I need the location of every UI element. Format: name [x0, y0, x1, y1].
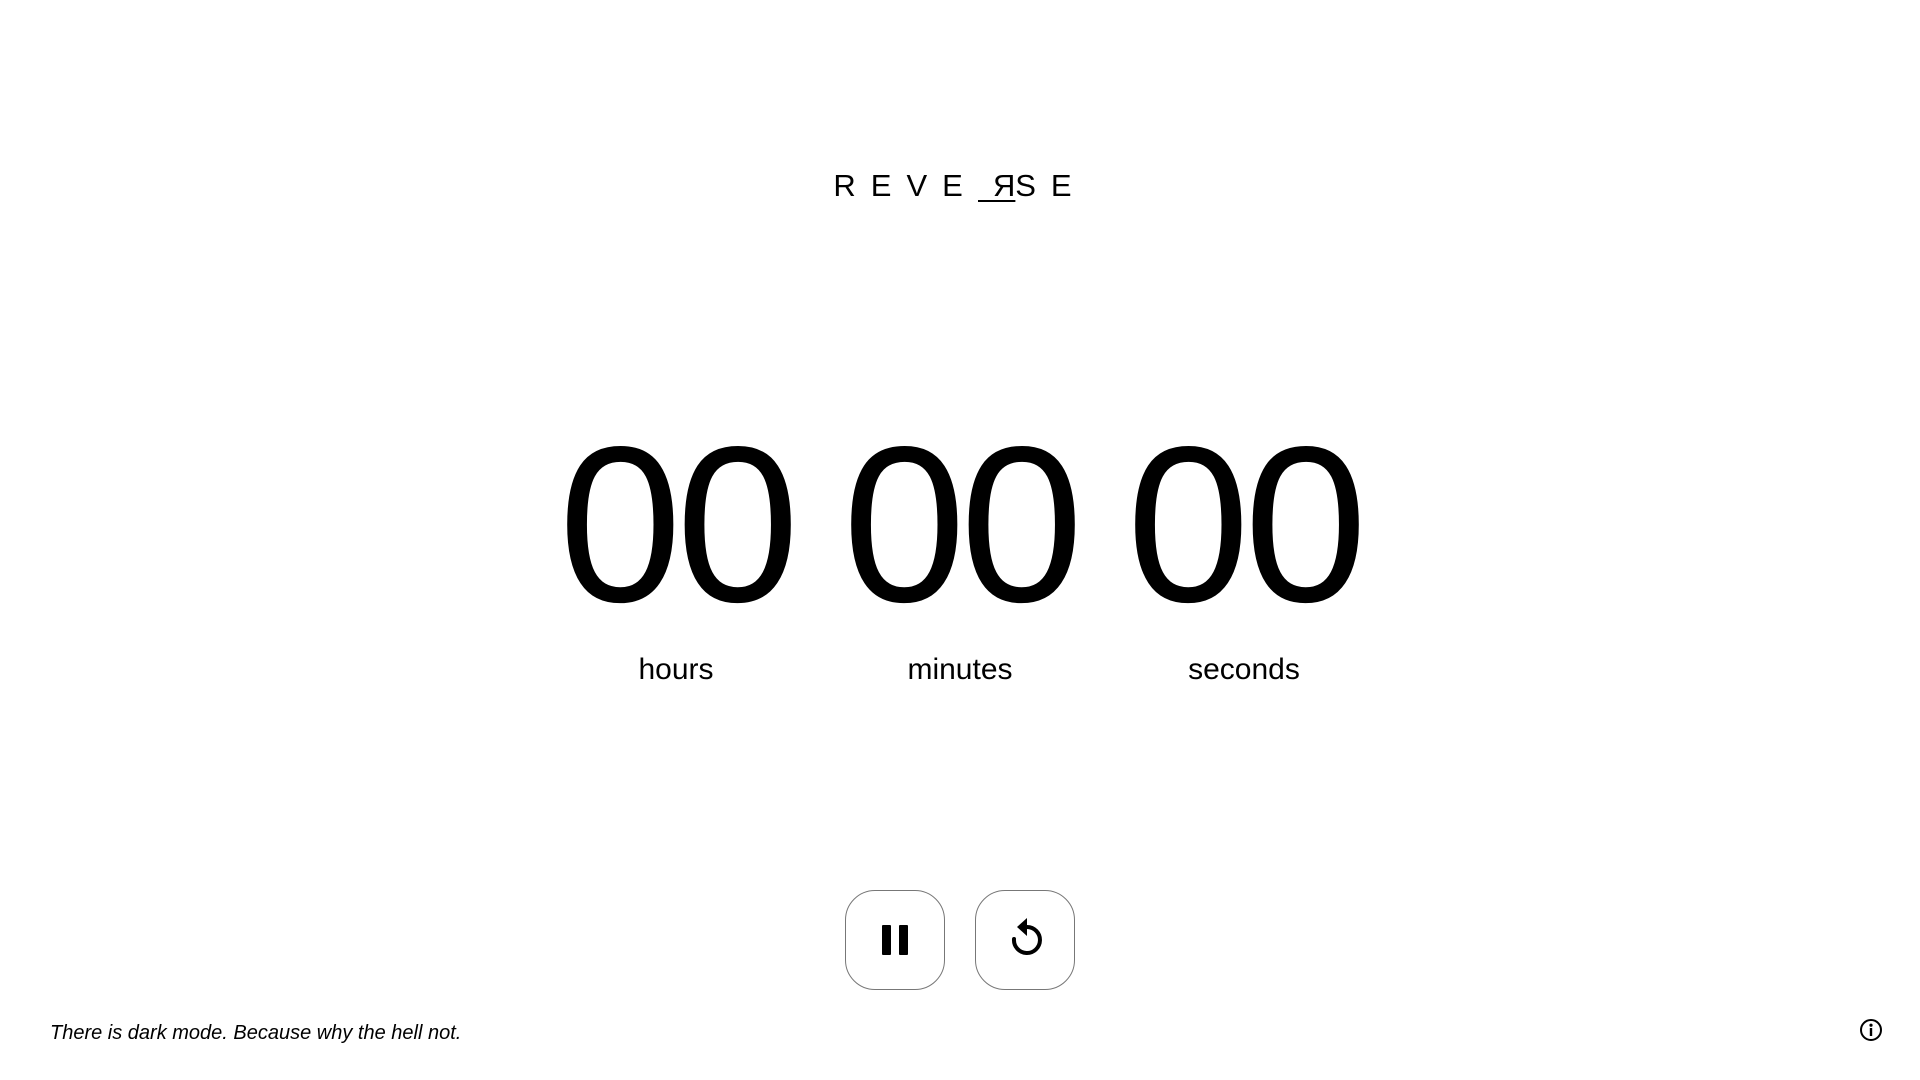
seconds-value: 00 — [1126, 401, 1368, 649]
timer-controls — [0, 890, 1920, 990]
minutes-value: 00 — [842, 401, 1084, 649]
dark-mode-note: There is dark mode. Because why the hell… — [50, 1022, 462, 1044]
info-button[interactable] — [1859, 1018, 1883, 1042]
seconds-unit: 00 seconds — [1115, 401, 1373, 686]
reset-button[interactable] — [975, 890, 1075, 990]
seconds-label: seconds — [1188, 653, 1300, 686]
app-logo: REVERSE — [0, 168, 1920, 204]
countdown-display: 00 hours 00 minutes 00 seconds — [0, 401, 1920, 686]
hours-value: 00 — [558, 401, 800, 649]
logo-mirrored-letter: R — [977, 168, 1016, 203]
minutes-unit: 00 minutes — [831, 401, 1089, 686]
hours-label: hours — [638, 653, 714, 686]
logo-prefix: REVE — [833, 168, 978, 203]
timer-page: REVERSE 00 hours 00 minutes 00 seconds T… — [0, 0, 1920, 1080]
hours-unit: 00 hours — [547, 401, 805, 686]
info-icon — [1860, 1019, 1882, 1041]
logo-suffix: SE — [1015, 168, 1087, 203]
reset-icon — [1011, 918, 1042, 955]
pause-button[interactable] — [845, 890, 945, 990]
minutes-label: minutes — [907, 653, 1013, 686]
pause-icon — [882, 925, 908, 955]
